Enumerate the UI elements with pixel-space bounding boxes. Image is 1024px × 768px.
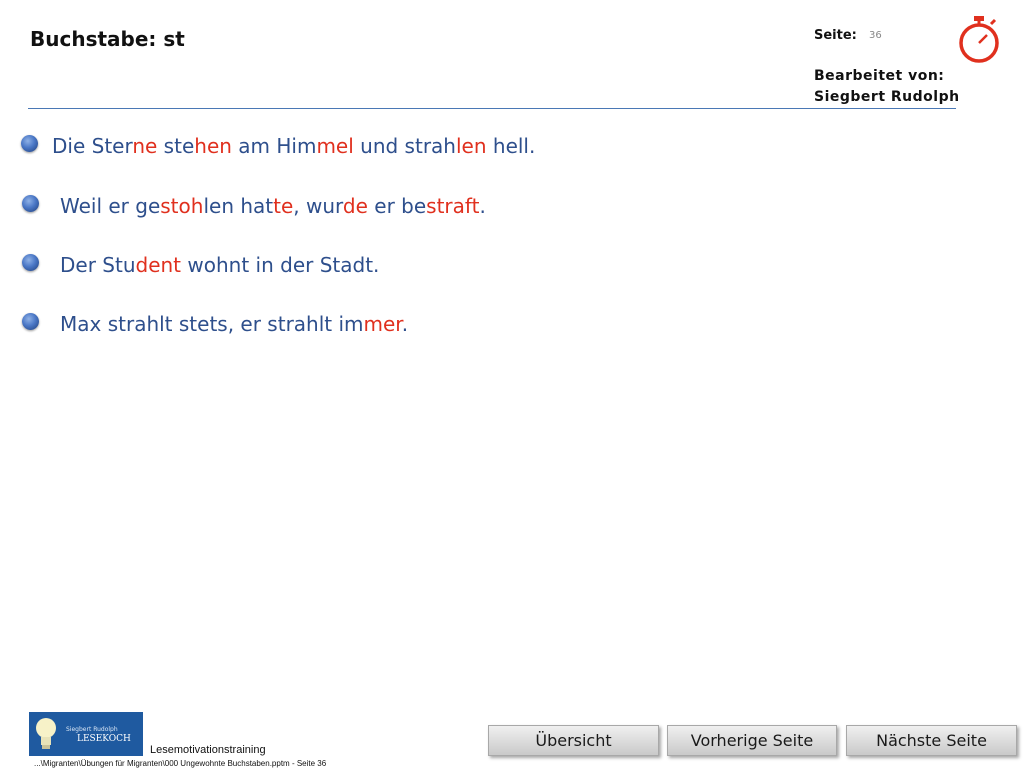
highlighted-syllable: ne [132,134,158,158]
overview-button[interactable]: Übersicht [488,725,659,756]
logo-author: Siegbert Rudolph [66,726,118,733]
sentence-2: Weil er gestohlen hatte, wurde er bestra… [60,194,486,218]
text-segment: am Him [231,134,317,158]
sentence-4: Max strahlt stets, er strahlt immer. [60,312,408,336]
next-page-button[interactable]: Nächste Seite [846,725,1017,756]
text-segment: len hat [203,194,274,218]
header-divider [28,108,956,109]
author-block: Bearbeitet von: Siegbert Rudolph [814,66,960,108]
highlighted-syllable: hen [194,134,232,158]
highlighted-syllable: mel [316,134,354,158]
text-segment: , wur [293,194,343,218]
sentence-1: Die Sterne stehen am Himmel und strahlen… [52,134,535,158]
text-segment: ste [157,134,195,158]
edited-by-label: Bearbeitet von: [814,68,945,84]
text-segment: und strah [353,134,456,158]
highlighted-syllable: len [455,134,487,158]
text-segment: hell. [486,134,536,158]
text-segment: . [479,194,486,218]
text-segment: Der Stu [60,253,136,277]
bullet-icon [22,254,39,271]
text-segment: Die Ster [52,134,133,158]
text-segment: Weil er ge [60,194,161,218]
page-number: 36 [869,30,882,41]
sentence-3: Der Student wohnt in der Stadt. [60,253,379,277]
text-segment: wohnt in der Stadt. [181,253,380,277]
page-label: Seite: [814,28,857,43]
highlighted-syllable: straft [426,194,480,218]
bullet-icon [22,313,39,330]
highlighted-syllable: dent [135,253,182,277]
highlighted-syllable: mer [363,312,402,336]
text-segment: Max strahlt stets, er strahlt im [60,312,364,336]
bullet-icon [21,135,38,152]
footer-title: Lesemotivationstraining [150,744,266,756]
page-title: Buchstabe: st [30,27,185,51]
bullet-icon [22,195,39,212]
lightbulb-icon [36,718,56,749]
previous-page-button[interactable]: Vorherige Seite [667,725,837,756]
text-segment: . [401,312,409,336]
stopwatch-icon[interactable] [956,14,1002,64]
footer-file-path: ...\Migranten\Übungen für Migranten\000 … [34,759,327,768]
highlighted-syllable: te [273,194,294,218]
author-name: Siegbert Rudolph [814,89,960,105]
text-segment: er be [367,194,427,218]
logo-brand: LESEKOCH [77,734,131,744]
highlighted-syllable: de [342,194,368,218]
lesekoch-logo: Siegbert Rudolph LESEKOCH [29,712,143,756]
highlighted-syllable: stoh [160,194,204,218]
